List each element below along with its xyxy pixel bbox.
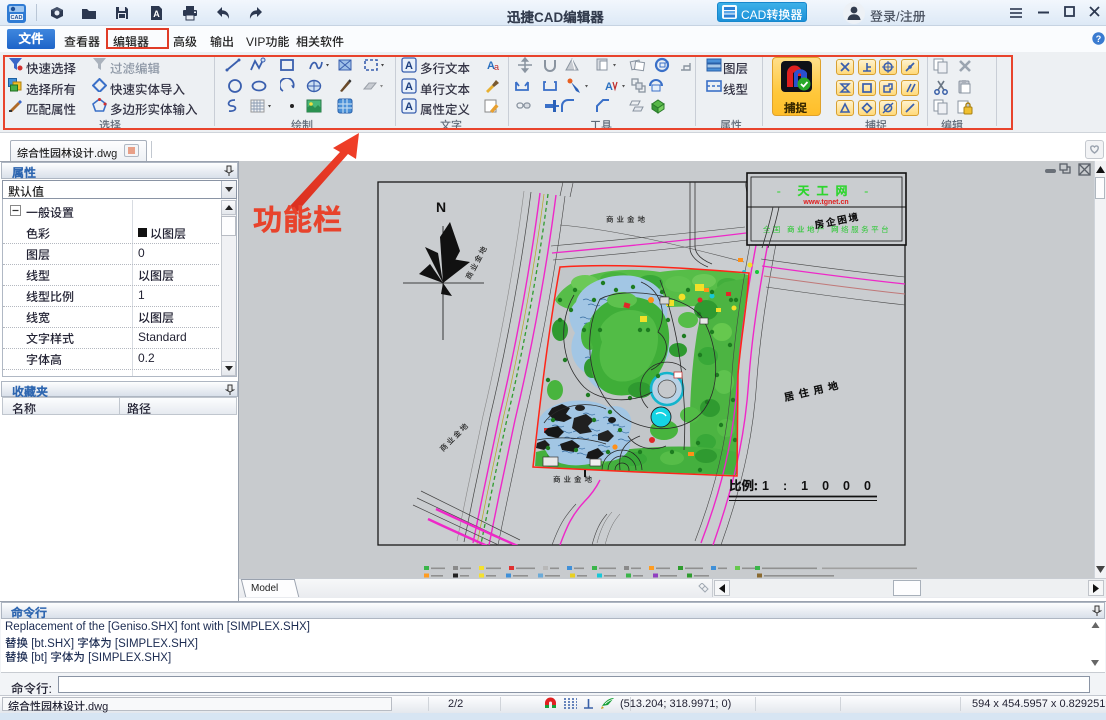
svg-text:商业金地: 商业金地	[553, 474, 595, 485]
svg-text:www.tgnet.cn: www.tgnet.cn	[802, 199, 848, 206]
svg-text:A: A	[153, 9, 160, 19]
svg-text:商业金地: 商业金地	[606, 214, 648, 225]
svg-text:N: N	[436, 199, 446, 215]
svg-text:比例:: 比例:	[729, 475, 758, 494]
svg-text:?: ?	[1096, 34, 1102, 44]
svg-text:1:1000: 1:1000	[762, 479, 885, 493]
svg-text:- 天工网 -: - 天工网 -	[777, 182, 875, 199]
svg-text:CAD: CAD	[11, 15, 23, 21]
